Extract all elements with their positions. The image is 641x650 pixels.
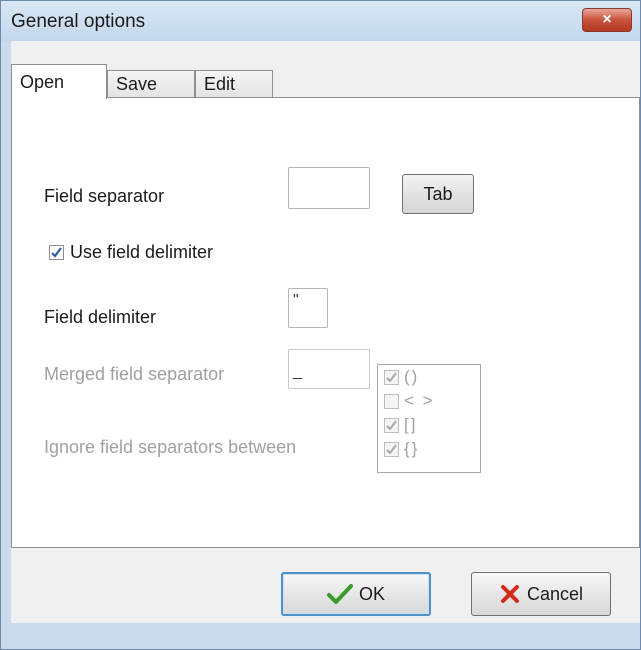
ok-button[interactable]: OK bbox=[281, 572, 431, 616]
list-item-label: () bbox=[404, 367, 420, 386]
cross-icon bbox=[499, 583, 521, 605]
field-separator-label: Field separator bbox=[44, 186, 165, 206]
list-item[interactable]: < > bbox=[384, 390, 435, 412]
ok-button-label: OK bbox=[358, 583, 385, 604]
open-tab-panel: Field separator Tab Use field delimiter … bbox=[11, 97, 640, 548]
list-item[interactable]: {} bbox=[384, 438, 419, 460]
field-delimiter-label: Field delimiter bbox=[44, 307, 157, 327]
list-item[interactable]: [] bbox=[384, 414, 417, 436]
merged-field-separator-input[interactable]: _ bbox=[288, 349, 370, 389]
ignore-separators-label: Ignore field separators between bbox=[44, 437, 297, 457]
checkmark-icon bbox=[51, 247, 62, 258]
use-field-delimiter-checkbox[interactable] bbox=[49, 245, 64, 260]
tab-strip: Open Save Edit bbox=[11, 41, 640, 99]
list-item-checkbox[interactable] bbox=[384, 393, 399, 409]
tab-label: Edit bbox=[204, 74, 236, 94]
checkmark-icon bbox=[386, 443, 397, 455]
list-item-checkbox[interactable] bbox=[384, 441, 399, 457]
title-bar[interactable]: General options × bbox=[1, 1, 640, 41]
list-item-checkbox[interactable] bbox=[384, 417, 399, 433]
field-separator-input[interactable] bbox=[288, 167, 370, 209]
dialog-client-area: Open Save Edit Field separator Tab Use f… bbox=[11, 41, 640, 623]
cancel-button-label: Cancel bbox=[526, 583, 584, 604]
list-item-label: [] bbox=[404, 415, 418, 434]
close-button[interactable]: × bbox=[582, 8, 632, 32]
list-item-checkbox[interactable] bbox=[384, 369, 399, 385]
tab-label: Open bbox=[20, 71, 65, 92]
list-item-label: < > bbox=[404, 391, 435, 410]
close-icon: × bbox=[602, 11, 612, 28]
merged-field-separator-label: Merged field separator bbox=[44, 364, 225, 384]
checkmark-icon bbox=[386, 419, 397, 431]
tab-separator-button-label: Tab bbox=[423, 183, 453, 204]
ignore-separators-listbox[interactable]: () < > [] {} bbox=[377, 364, 481, 473]
tab-open[interactable]: Open bbox=[11, 64, 107, 99]
field-delimiter-input[interactable]: " bbox=[288, 288, 328, 328]
checkmark-icon bbox=[386, 371, 397, 383]
dialog-title: General options bbox=[11, 11, 146, 32]
list-item[interactable]: () bbox=[384, 366, 419, 388]
cancel-button[interactable]: Cancel bbox=[471, 572, 611, 616]
list-item-label: {} bbox=[404, 439, 420, 458]
use-field-delimiter-label[interactable]: Use field delimiter bbox=[70, 242, 213, 263]
checkmark-icon bbox=[326, 583, 353, 605]
tab-separator-button[interactable]: Tab bbox=[402, 174, 474, 214]
tab-label: Save bbox=[116, 74, 158, 94]
dialog-window: General options × Open Save Edit Field s… bbox=[0, 0, 641, 650]
tab-save[interactable]: Save bbox=[107, 70, 195, 98]
tab-edit[interactable]: Edit bbox=[195, 70, 273, 98]
